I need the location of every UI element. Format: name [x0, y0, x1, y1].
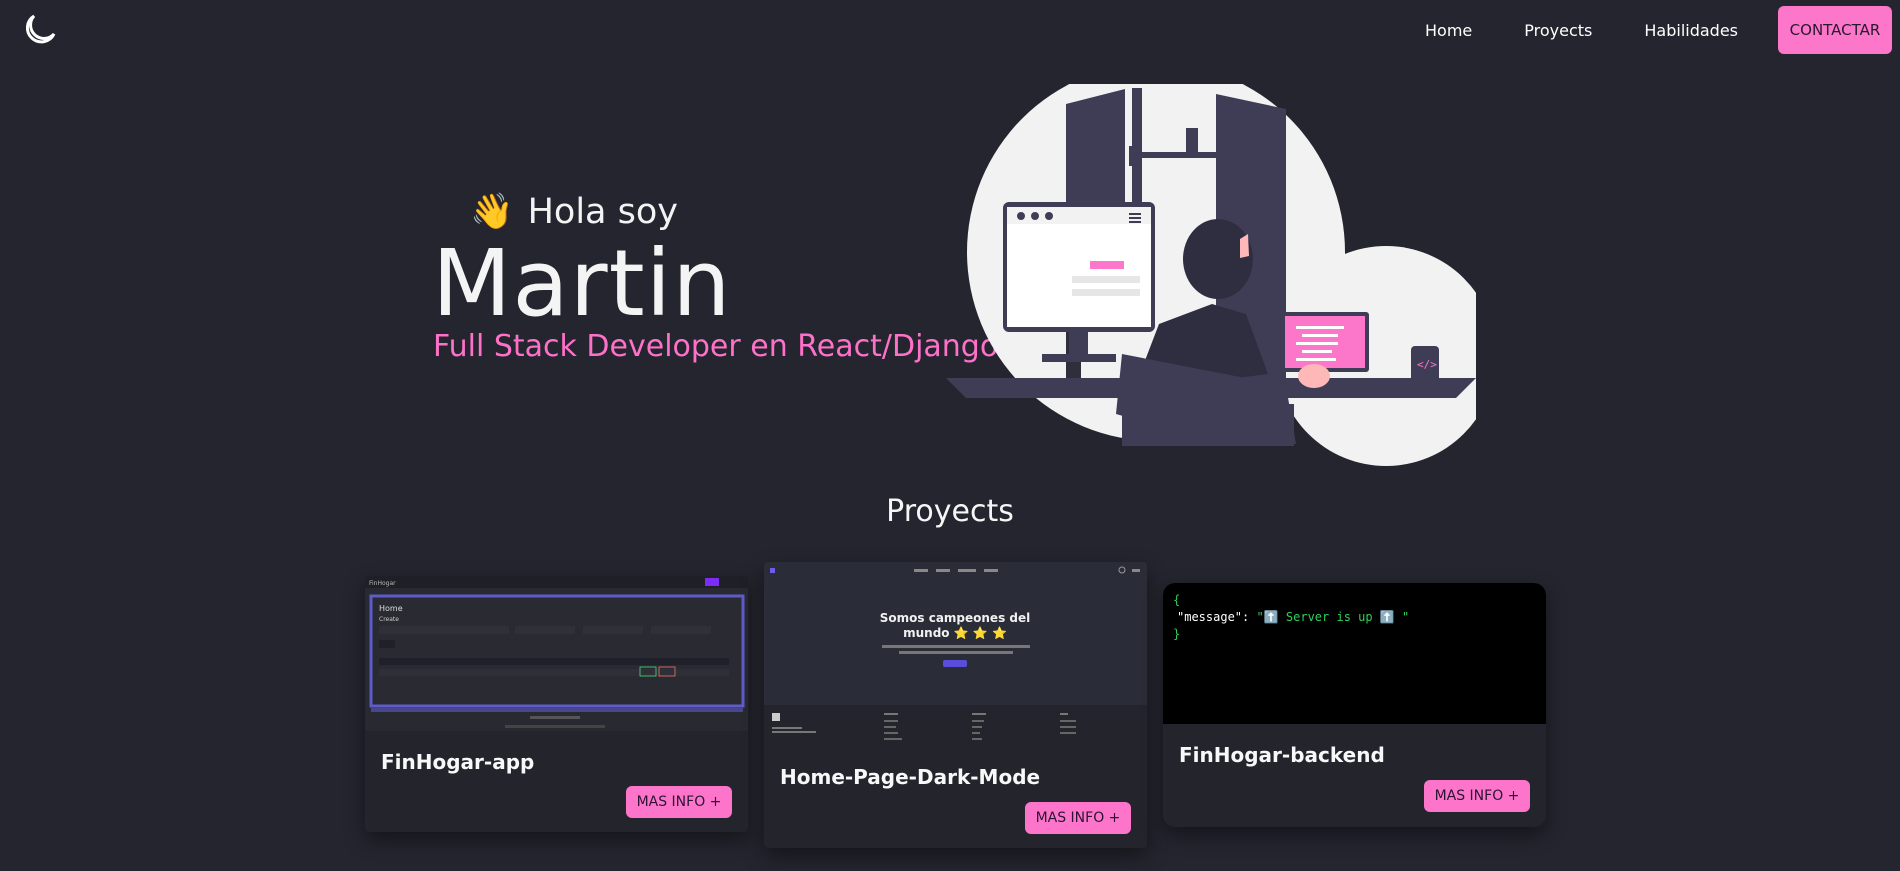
- hero-name: Martin: [432, 230, 732, 337]
- project-card-home-page-dark-mode: Somos campeones del mundo ⭐ ⭐ ⭐ Home-Pag…: [764, 562, 1147, 848]
- svg-text:</>: </>: [1417, 358, 1437, 371]
- project-title: FinHogar-app: [381, 750, 535, 774]
- preview-footer: [764, 705, 1147, 750]
- preview-create-text: Create: [379, 616, 399, 623]
- hero-greeting: 👋 Hola soy: [470, 191, 678, 233]
- theme-toggle-moon-icon[interactable]: [18, 10, 58, 50]
- preview-hero-line2: mundo ⭐ ⭐ ⭐: [903, 626, 1007, 640]
- nav-home-link[interactable]: Home: [1425, 21, 1472, 40]
- nav-menu: Home Proyects Habilidades CONTACTAR: [1425, 6, 1892, 54]
- contactar-button[interactable]: CONTACTAR: [1778, 6, 1892, 54]
- developer-illustration: </>: [946, 63, 1496, 466]
- waving-hand-icon: 👋: [470, 192, 514, 232]
- project-preview-image: Somos campeones del mundo ⭐ ⭐ ⭐: [764, 562, 1147, 705]
- nav-habilidades-link[interactable]: Habilidades: [1644, 21, 1738, 40]
- preview-home-text: Home: [379, 604, 403, 613]
- project-card-finhogar-app: FinHogar Home Create FinHogar-app MAS IN…: [365, 576, 748, 832]
- preview-hero-line1: Somos campeones del: [880, 611, 1031, 625]
- mas-info-button[interactable]: MAS INFO +: [1424, 780, 1530, 812]
- top-navigation: Home Proyects Habilidades CONTACTAR: [0, 0, 1900, 62]
- project-preview-image: { "message": "⬆️ Server is up ⬆️ " }: [1163, 583, 1546, 724]
- mas-info-button[interactable]: MAS INFO +: [626, 786, 732, 818]
- project-title: FinHogar-backend: [1179, 743, 1385, 767]
- json-value: "⬆️ Server is up ⬆️ ": [1256, 610, 1410, 624]
- mas-info-button[interactable]: MAS INFO +: [1025, 802, 1131, 834]
- json-key: "message": [1177, 610, 1243, 624]
- hero-greeting-text: Hola soy: [527, 191, 678, 232]
- project-card-finhogar-backend: { "message": "⬆️ Server is up ⬆️ " } Fin…: [1163, 583, 1546, 827]
- project-preview-image: FinHogar Home Create: [365, 576, 748, 731]
- projects-section-title: Proyects: [886, 494, 1014, 529]
- json-message-line: "message": "⬆️ Server is up ⬆️ ": [1177, 610, 1410, 624]
- hero-role: Full Stack Developer en React/Django: [433, 329, 999, 364]
- project-title: Home-Page-Dark-Mode: [780, 765, 1041, 789]
- json-open-brace: {: [1173, 593, 1181, 607]
- json-close-brace: }: [1173, 627, 1181, 641]
- preview-brand-text: FinHogar: [369, 580, 396, 587]
- nav-proyects-link[interactable]: Proyects: [1524, 21, 1592, 40]
